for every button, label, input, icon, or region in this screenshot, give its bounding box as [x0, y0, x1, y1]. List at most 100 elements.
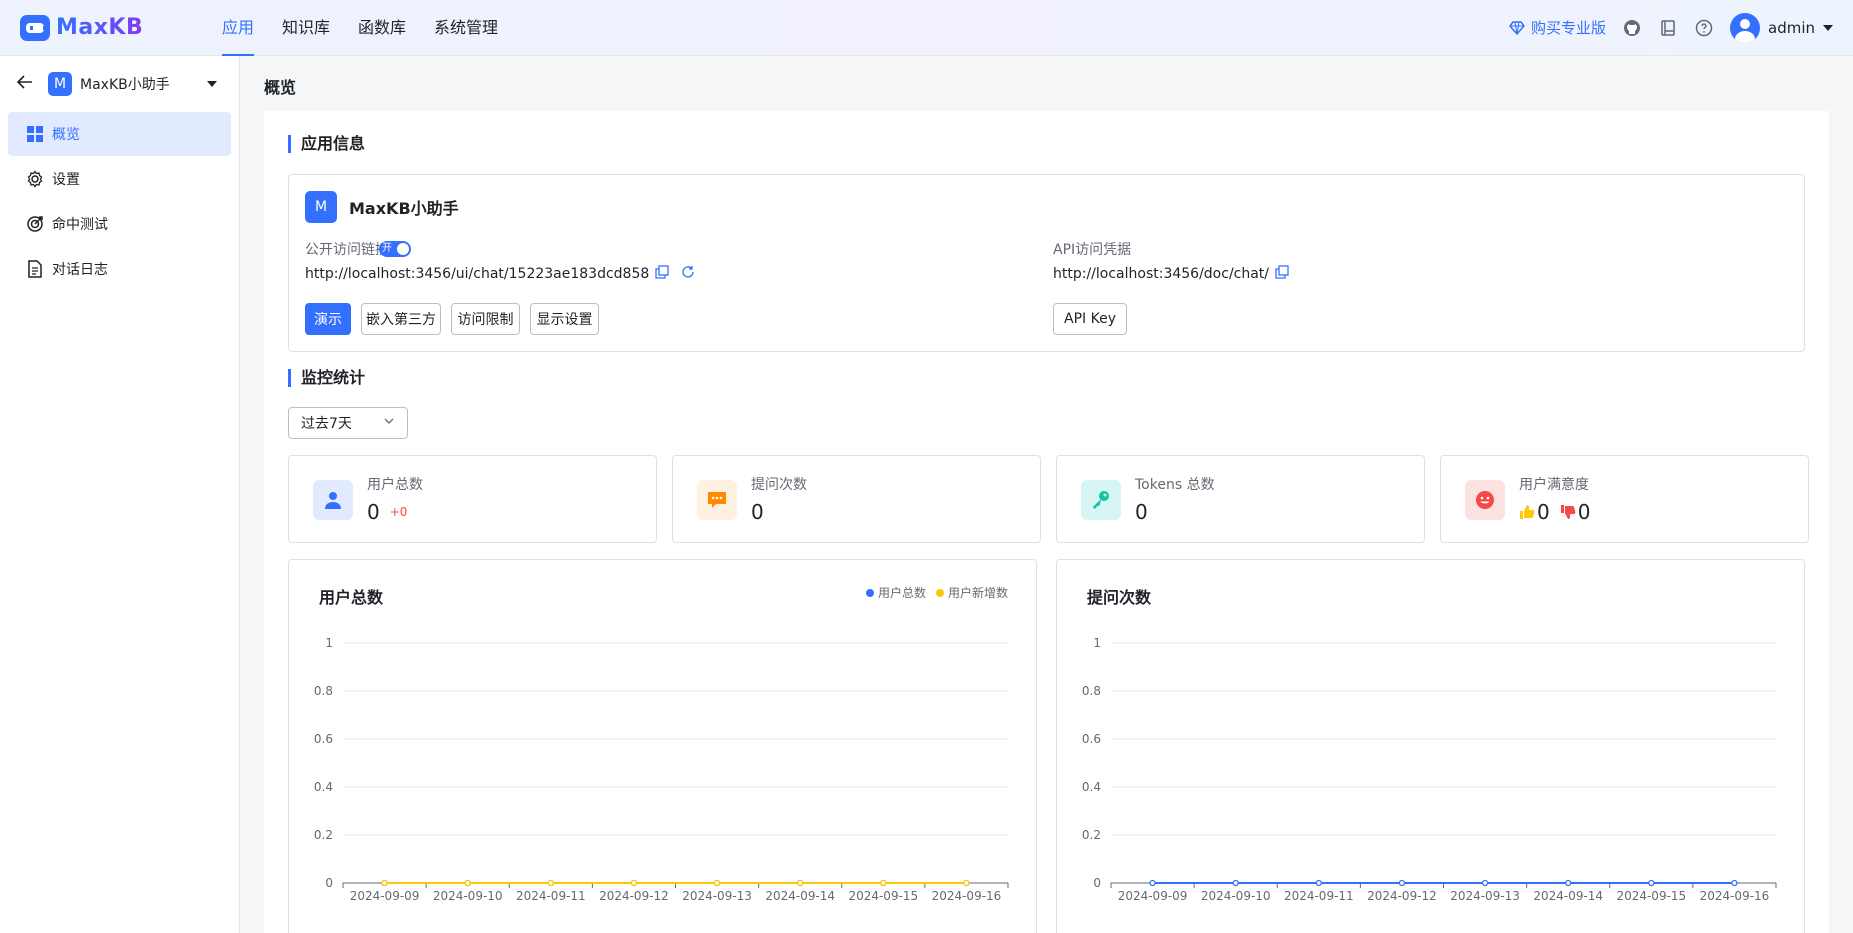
- x-tick-label: 2024-09-16: [1700, 889, 1770, 900]
- main-nav: 应用 知识库 函数库 系统管理: [208, 0, 512, 56]
- page-title: 概览: [264, 78, 297, 97]
- x-tick-label: 2024-09-14: [1533, 889, 1603, 900]
- back-arrow-icon[interactable]: [16, 73, 36, 95]
- app-info-box: M MaxKB小助手 公开访问链接 开 http://localhost:345…: [288, 174, 1805, 352]
- brand-name: MaxKB: [56, 15, 144, 40]
- like-value: 0: [1537, 500, 1550, 524]
- copy-icon[interactable]: [655, 265, 669, 283]
- demo-button[interactable]: 演示: [305, 303, 351, 335]
- caret-down-icon: [1823, 24, 1833, 31]
- data-point: [1315, 879, 1322, 887]
- stat-card-satisfaction: 用户满意度 0 0: [1440, 455, 1809, 543]
- sidebar-item-hit-test[interactable]: 命中测试: [8, 202, 231, 246]
- api-url: http://localhost:3456/doc/chat/: [1053, 265, 1289, 283]
- nav-item-knowledge[interactable]: 知识库: [268, 0, 344, 56]
- buy-pro-label: 购买专业版: [1530, 19, 1606, 37]
- access-limit-button[interactable]: 访问限制: [451, 303, 520, 335]
- stat-value: 0 +0: [367, 500, 407, 524]
- y-tick-label: 0.2: [314, 828, 333, 842]
- sidebar-item-chat-log[interactable]: 对话日志: [8, 247, 231, 291]
- x-tick-label: 2024-09-12: [599, 889, 669, 900]
- y-tick-label: 0.8: [314, 684, 333, 698]
- app-switcher-name: MaxKB小助手: [80, 77, 170, 93]
- caret-down-icon[interactable]: [207, 81, 217, 87]
- book-icon[interactable]: [1658, 18, 1678, 38]
- avatar: [1730, 12, 1760, 43]
- api-credentials-label: API访问凭据: [1053, 242, 1132, 258]
- y-tick-label: 1: [325, 636, 333, 650]
- x-tick-label: 2024-09-14: [765, 889, 835, 900]
- y-tick-label: 1: [1093, 636, 1101, 650]
- gear-icon: [26, 170, 44, 188]
- api-key-button[interactable]: API Key: [1053, 303, 1127, 335]
- copy-icon[interactable]: [1275, 265, 1289, 283]
- sidebar-item-settings[interactable]: 设置: [8, 157, 231, 201]
- x-tick-label: 2024-09-13: [1450, 889, 1520, 900]
- top-bar: MaxKB 应用 知识库 函数库 系统管理 购买专业版 admin: [0, 0, 1853, 56]
- chart-questions: 提问次数 0 0.2 0.4 0.6 0.8 1 2024-09-09 2024-09-10 2…: [1056, 559, 1805, 933]
- users-delta: +0: [389, 505, 408, 519]
- stat-label: 提问次数: [751, 477, 807, 493]
- questions-line-chart: 0 0.2 0.4 0.6 0.8 1 2024-09-09 2024-09-10 2024-0…: [1082, 636, 1777, 900]
- main-content: 概览 应用信息 M MaxKB小助手 公开访问链接 开 http://local…: [241, 56, 1853, 933]
- public-link-toggle[interactable]: 开: [379, 241, 411, 257]
- stat-value: 0: [1135, 500, 1148, 524]
- y-tick-label: 0.4: [1082, 780, 1101, 794]
- sidebar: M MaxKB小助手 概览 设置 命中测试 对话日志: [0, 56, 240, 933]
- data-point: [464, 879, 471, 887]
- sidebar-menu: 概览 设置 命中测试 对话日志: [0, 112, 239, 291]
- data-point: [713, 879, 721, 887]
- public-url: http://localhost:3456/ui/chat/15223ae183…: [305, 265, 695, 283]
- robot-logo-icon: [20, 14, 50, 41]
- time-range-select[interactable]: 过去7天: [288, 407, 408, 439]
- public-link-label: 公开访问链接: [305, 242, 389, 258]
- x-tick-label: 2024-09-09: [350, 889, 420, 900]
- data-point: [1149, 879, 1156, 887]
- x-tick-label: 2024-09-15: [1616, 889, 1686, 900]
- user-name: admin: [1768, 18, 1815, 37]
- buy-pro-button[interactable]: 购买专业版: [1509, 17, 1606, 38]
- top-right-tools: 购买专业版 admin: [1509, 12, 1833, 43]
- data-point: [1232, 879, 1239, 887]
- thumbs-up-icon: [1520, 505, 1535, 519]
- tokens-value: 0: [1135, 500, 1148, 524]
- key-icon: [1081, 480, 1121, 520]
- user-menu[interactable]: admin: [1730, 12, 1833, 43]
- dislike-count: 0: [1560, 500, 1590, 524]
- user-icon: [313, 480, 353, 520]
- nav-item-system[interactable]: 系统管理: [420, 0, 512, 56]
- embed-third-party-button[interactable]: 嵌入第三方: [361, 303, 441, 335]
- y-tick-label: 0.8: [1082, 684, 1101, 698]
- data-point: [880, 879, 887, 887]
- sidebar-item-overview[interactable]: 概览: [8, 112, 231, 156]
- app-avatar: M: [48, 72, 72, 96]
- nav-item-functions[interactable]: 函数库: [344, 0, 420, 56]
- api-url-text: http://localhost:3456/doc/chat/: [1053, 266, 1270, 282]
- x-tick-label: 2024-09-10: [1201, 889, 1271, 900]
- smile-icon: [1465, 480, 1505, 520]
- y-tick-label: 0: [1093, 876, 1101, 890]
- y-tick-label: 0.6: [1082, 732, 1101, 746]
- chart-users: 用户总数 用户总数 用户新增数 0 0.2 0.4 0.6 0.8 1 2024-09-09…: [288, 559, 1037, 933]
- data-point: [1731, 879, 1738, 887]
- stat-value: 0: [751, 500, 764, 524]
- refresh-icon[interactable]: [681, 265, 695, 283]
- data-point: [547, 879, 554, 887]
- nav-item-apps[interactable]: 应用: [208, 0, 268, 56]
- x-tick-label: 2024-09-10: [433, 889, 503, 900]
- time-range-value: 过去7天: [301, 416, 352, 432]
- stat-label: Tokens 总数: [1135, 477, 1215, 493]
- app-info-header: M MaxKB小助手: [305, 191, 459, 223]
- sidebar-item-label: 命中测试: [52, 217, 108, 233]
- github-icon[interactable]: [1622, 18, 1642, 38]
- target-icon: [26, 215, 44, 233]
- app-switcher[interactable]: M MaxKB小助手: [0, 56, 239, 112]
- users-line-chart: 0 0.2 0.4 0.6 0.8 1 2024-09-09 2024-09-10 2024-0…: [314, 636, 1009, 900]
- help-icon[interactable]: [1694, 18, 1714, 38]
- y-tick-label: 0.6: [314, 732, 333, 746]
- y-tick-label: 0: [325, 876, 333, 890]
- data-point: [1481, 879, 1489, 887]
- logo[interactable]: MaxKB: [20, 14, 188, 41]
- like-count: 0: [1519, 500, 1550, 524]
- display-settings-button[interactable]: 显示设置: [530, 303, 599, 335]
